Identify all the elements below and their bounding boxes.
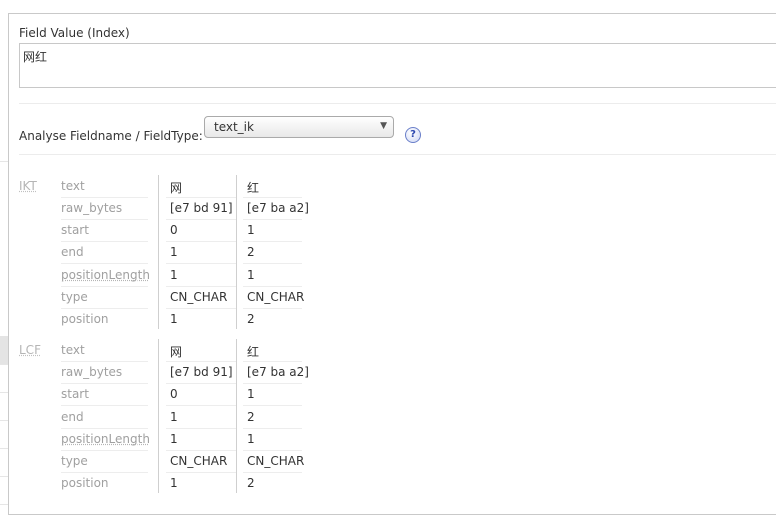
- token-value: 红: [247, 181, 260, 195]
- table-row: start 0 1: [9, 384, 409, 406]
- field-value-label: Field Value (Index): [19, 26, 130, 40]
- field-value-input[interactable]: 网红: [19, 43, 776, 88]
- token-value: 1: [247, 432, 255, 446]
- row-key: raw_bytes: [61, 365, 123, 379]
- help-icon[interactable]: ?: [405, 127, 421, 143]
- token-value: 1: [170, 245, 178, 259]
- row-key: end: [61, 245, 84, 259]
- token-value: 1: [247, 268, 255, 282]
- token-value: CN_CHAR: [170, 454, 228, 468]
- token-value: [e7 bd 91]: [170, 365, 233, 379]
- fieldtype-selected-value: text_ik: [214, 120, 254, 134]
- chevron-down-icon: ▼: [380, 121, 387, 131]
- sidebar-divider: [0, 364, 8, 365]
- table-row: raw_bytes [e7 bd 91] [e7 ba a2]: [9, 198, 409, 220]
- token-value: 红: [247, 345, 260, 359]
- token-value: [e7 bd 91]: [170, 201, 233, 215]
- row-key: position: [61, 476, 109, 490]
- row-key: start: [61, 223, 89, 237]
- sidebar-selected-item[interactable]: [0, 336, 8, 364]
- sidebar-divider: [0, 476, 8, 477]
- analyse-fieldtype-label: Analyse Fieldname / FieldType:: [19, 129, 203, 143]
- row-key: end: [61, 410, 84, 424]
- divider: [19, 154, 776, 155]
- token-value: CN_CHAR: [170, 290, 228, 304]
- row-key: text: [61, 179, 85, 193]
- token-value: 1: [170, 410, 178, 424]
- sidebar-divider: [0, 420, 8, 421]
- token-value: 1: [170, 432, 178, 446]
- token-value: 1: [170, 268, 178, 282]
- table-row: raw_bytes [e7 bd 91] [e7 ba a2]: [9, 362, 409, 384]
- fieldtype-select[interactable]: text_ik ▼: [204, 116, 394, 138]
- row-key[interactable]: positionLength: [61, 268, 150, 282]
- analysis-page: Field Value (Index) 网红 Analyse Fieldname…: [0, 0, 776, 529]
- divider: [19, 103, 776, 104]
- table-row: positionLength 1 1: [9, 429, 409, 451]
- table-row: end 1 2: [9, 242, 409, 264]
- sidebar-divider: [0, 448, 8, 449]
- token-value: 0: [170, 387, 178, 401]
- table-row: text 网 红: [9, 176, 409, 198]
- token-value: 1: [247, 223, 255, 237]
- row-key: text: [61, 343, 85, 357]
- token-value: 2: [247, 312, 255, 326]
- table-row: positionLength 1 1: [9, 265, 409, 287]
- token-value: 1: [170, 476, 178, 490]
- token-value: 2: [247, 476, 255, 490]
- sidebar-divider: [0, 392, 8, 393]
- table-row: start 0 1: [9, 220, 409, 242]
- token-value: [e7 ba a2]: [247, 365, 309, 379]
- table-row: type CN_CHAR CN_CHAR: [9, 451, 409, 473]
- row-key: start: [61, 387, 89, 401]
- table-row: position 1 2: [9, 309, 409, 331]
- row-key: type: [61, 290, 88, 304]
- token-value: [e7 ba a2]: [247, 201, 309, 215]
- analysis-panel: Field Value (Index) 网红 Analyse Fieldname…: [8, 13, 776, 515]
- table-row: type CN_CHAR CN_CHAR: [9, 287, 409, 309]
- token-value: CN_CHAR: [247, 290, 305, 304]
- token-value: 网: [170, 181, 183, 195]
- table-row: position 1 2: [9, 473, 409, 495]
- sidebar-divider: [0, 504, 8, 505]
- table-row: text 网 红: [9, 340, 409, 362]
- token-value: 2: [247, 245, 255, 259]
- token-value: 1: [247, 387, 255, 401]
- sidebar-divider: [0, 161, 8, 162]
- row-key: type: [61, 454, 88, 468]
- token-value: 2: [247, 410, 255, 424]
- token-value: 0: [170, 223, 178, 237]
- row-key[interactable]: positionLength: [61, 432, 150, 446]
- row-key: raw_bytes: [61, 201, 123, 215]
- token-value: 1: [170, 312, 178, 326]
- table-row: end 1 2: [9, 407, 409, 429]
- token-value: 网: [170, 345, 183, 359]
- token-value: CN_CHAR: [247, 454, 305, 468]
- row-key: position: [61, 312, 109, 326]
